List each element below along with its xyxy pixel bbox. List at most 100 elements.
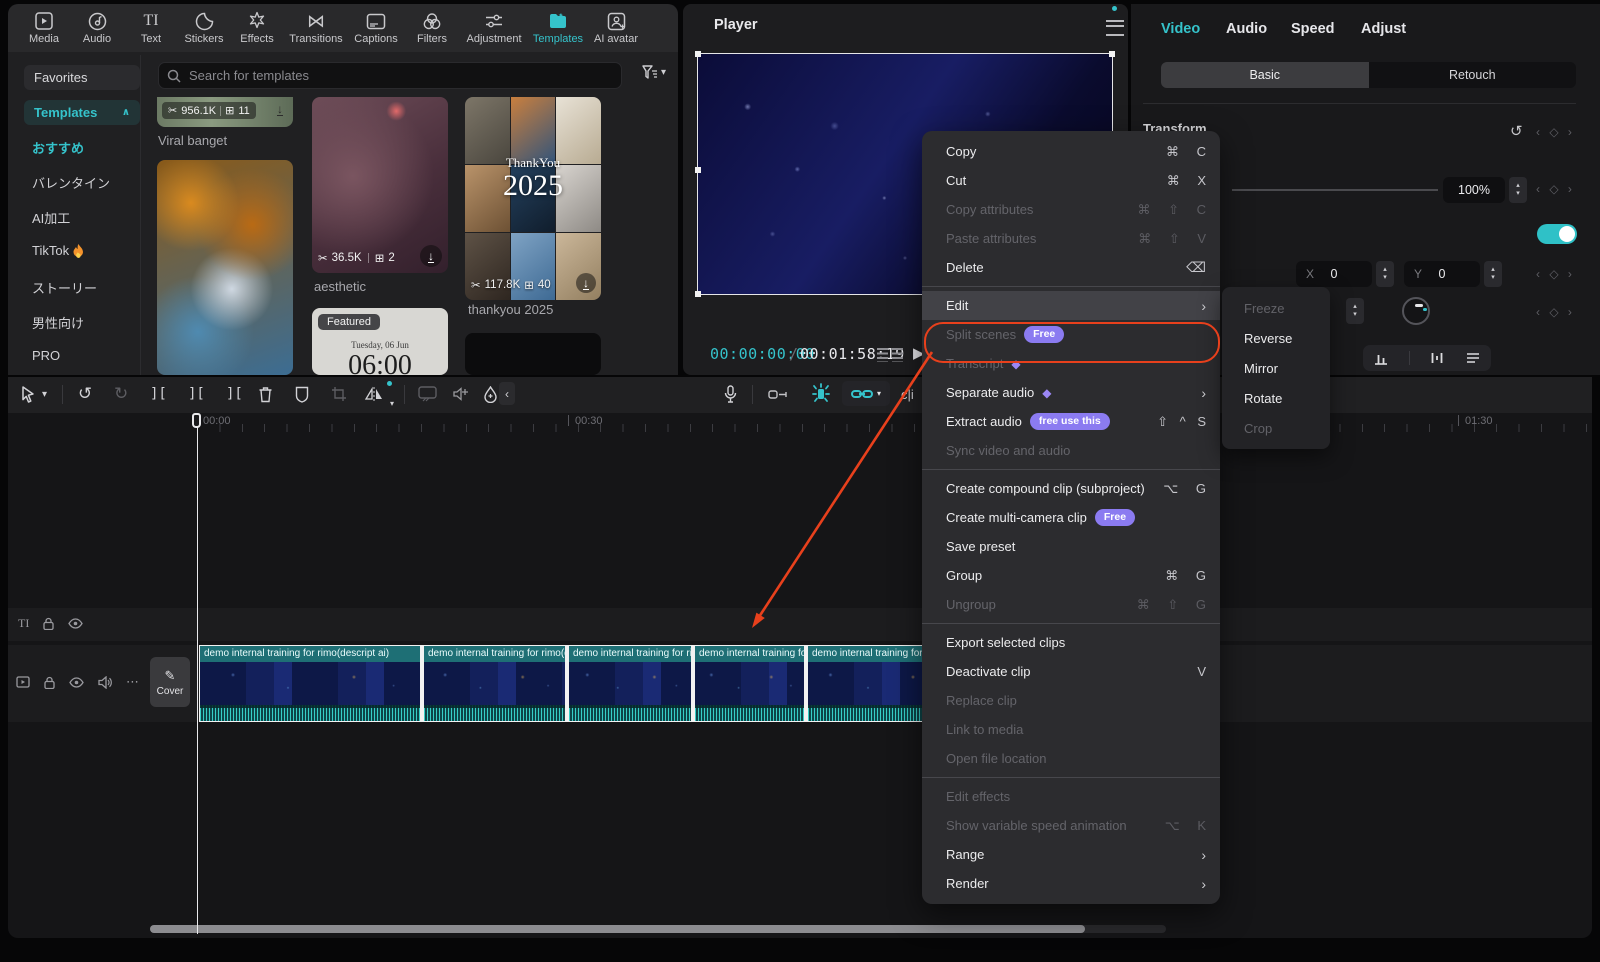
- resize-handle[interactable]: [695, 51, 701, 57]
- menu-item-range[interactable]: Range›: [922, 840, 1220, 869]
- position-x-stepper[interactable]: ▴▾: [1376, 261, 1394, 287]
- position-y-stepper[interactable]: ▴▾: [1484, 261, 1502, 287]
- menu-item-deactivate-clip[interactable]: Deactivate clipV: [922, 657, 1220, 686]
- menu-item-export-selected-clips[interactable]: Export selected clips: [922, 628, 1220, 657]
- redo-button[interactable]: ↻: [114, 383, 128, 405]
- template-card-dark[interactable]: [465, 333, 601, 375]
- eye-icon[interactable]: [68, 618, 83, 629]
- menu-item-edit[interactable]: Edit›: [922, 291, 1220, 320]
- crop-tool[interactable]: [331, 383, 347, 405]
- justify-icon[interactable]: [1465, 352, 1481, 364]
- sidebar-category-mens[interactable]: 男性向け: [32, 313, 142, 332]
- preview-axis-toggle[interactable]: [768, 383, 788, 405]
- keyframe-nav[interactable]: ‹ ◇ ›: [1536, 182, 1575, 196]
- ruler-ticks[interactable]: [197, 424, 1587, 432]
- snapping-toggle[interactable]: [806, 380, 836, 407]
- position-x-field[interactable]: X 0: [1296, 261, 1372, 287]
- playhead-line[interactable]: [197, 413, 198, 934]
- download-icon[interactable]: ↓: [277, 103, 283, 116]
- split-tool[interactable]: ][: [150, 383, 167, 405]
- resize-handle[interactable]: [695, 291, 701, 297]
- subtab-retouch[interactable]: Retouch: [1369, 62, 1577, 88]
- menu-item-render[interactable]: Render›: [922, 869, 1220, 898]
- inspector-tab-video[interactable]: Video: [1161, 21, 1200, 37]
- toggle-switch[interactable]: [1537, 224, 1577, 244]
- clip-tool-partial[interactable]: c|i: [901, 383, 914, 405]
- record-voiceover-button[interactable]: [724, 383, 737, 405]
- position-y-field[interactable]: Y 0: [1404, 261, 1480, 287]
- tab-effects[interactable]: Effects: [229, 10, 285, 45]
- menu-item-copy[interactable]: Copy⌘ C: [922, 137, 1220, 166]
- droplet-tool[interactable]: [484, 383, 497, 405]
- template-card-viral[interactable]: ✂ 956.1K ⊞ 11 ↓: [157, 97, 293, 127]
- keyframe-nav[interactable]: ‹ ◇ ›: [1536, 125, 1575, 139]
- keyframe-nav[interactable]: ‹ ◇ ›: [1536, 305, 1575, 319]
- lock-icon[interactable]: [44, 676, 55, 689]
- rotate-dial[interactable]: [1402, 297, 1430, 325]
- mask-tool[interactable]: [295, 383, 309, 405]
- caption-cut-tool[interactable]: [418, 383, 437, 405]
- template-title[interactable]: aesthetic: [314, 279, 366, 294]
- lock-icon[interactable]: [43, 617, 54, 630]
- submenu-item-reverse[interactable]: Reverse: [1222, 323, 1330, 353]
- playback-queue-icon[interactable]: [877, 348, 903, 362]
- playhead-handle[interactable]: [192, 413, 201, 428]
- menu-item-cut[interactable]: Cut⌘ X: [922, 166, 1220, 195]
- sidebar-item-favorites[interactable]: Favorites: [24, 65, 140, 90]
- tab-ai-avatar[interactable]: AI avatar: [588, 10, 644, 45]
- sidebar-category-tiktok[interactable]: TikTok: [32, 243, 142, 258]
- scale-slider[interactable]: [1232, 189, 1438, 191]
- search-input[interactable]: [187, 67, 613, 84]
- menu-item-save-preset[interactable]: Save preset: [922, 532, 1220, 561]
- tab-filters[interactable]: Filters: [404, 10, 460, 45]
- sidebar-category-story[interactable]: ストーリー: [32, 278, 142, 297]
- scrollbar-thumb[interactable]: [150, 925, 1085, 933]
- video-clip[interactable]: demo internal training for rimo(descript…: [200, 646, 420, 721]
- template-card-aesthetic[interactable]: ✂ 36.5K ⊞ 2 ↓: [312, 97, 448, 273]
- scale-stepper[interactable]: ▴▾: [1509, 177, 1527, 203]
- template-title[interactable]: Viral banget: [158, 133, 227, 148]
- menu-item-group[interactable]: Group⌘ G: [922, 561, 1220, 590]
- template-filter-button[interactable]: ▾: [642, 65, 666, 80]
- tab-captions[interactable]: Captions: [348, 10, 404, 45]
- tab-stickers[interactable]: Stickers: [176, 10, 232, 45]
- audio-extract-tool[interactable]: [452, 383, 470, 405]
- menu-item-create-multicam-clip[interactable]: Create multi-camera clipFree: [922, 503, 1220, 532]
- collapse-toolbar-button[interactable]: ‹: [499, 382, 515, 405]
- tab-templates[interactable]: Templates: [530, 10, 586, 45]
- tab-adjustment[interactable]: Adjustment: [463, 10, 525, 45]
- undo-button[interactable]: ↺: [78, 383, 92, 405]
- download-button[interactable]: ↓: [420, 245, 442, 267]
- eye-icon[interactable]: [69, 677, 84, 688]
- download-button[interactable]: ↓: [576, 273, 596, 293]
- mirror-tool[interactable]: [364, 383, 384, 405]
- tab-media[interactable]: Media: [16, 10, 72, 45]
- align-bottom-icon[interactable]: [1373, 351, 1389, 365]
- delete-tool[interactable]: [258, 383, 273, 405]
- video-clip[interactable]: demo internal training for rimo(descript…: [695, 646, 804, 721]
- menu-item-extract-audio[interactable]: Extract audiofree use this⇧ ^ S: [922, 407, 1220, 436]
- inspector-tab-adjust[interactable]: Adjust: [1361, 21, 1406, 37]
- scale-value[interactable]: 100%: [1443, 177, 1505, 203]
- mirror-tool-chevron[interactable]: ▾: [390, 392, 394, 414]
- select-tool-chevron[interactable]: ▾: [42, 383, 47, 405]
- inspector-tab-audio[interactable]: Audio: [1226, 21, 1267, 37]
- subtab-basic[interactable]: Basic: [1161, 62, 1369, 88]
- template-card-featured[interactable]: Featured Tuesday, 06 Jun 06:00: [312, 308, 448, 375]
- template-card-thankyou[interactable]: ThankYou 2025 ✂ 117.8K ⊞ 40 ↓: [465, 97, 601, 300]
- video-clip[interactable]: demo internal training for rimo(descript…: [569, 646, 691, 721]
- reset-icon[interactable]: ↺: [1510, 122, 1523, 140]
- menu-item-delete[interactable]: Delete⌫: [922, 253, 1220, 282]
- menu-item-separate-audio[interactable]: Separate audio◆›: [922, 378, 1220, 407]
- sidebar-category-pro[interactable]: PRO: [32, 348, 142, 363]
- split-left-tool[interactable]: ][: [188, 383, 205, 405]
- template-search[interactable]: [158, 62, 622, 89]
- sidebar-category-ai[interactable]: AI加工: [32, 208, 142, 227]
- submenu-item-mirror[interactable]: Mirror: [1222, 353, 1330, 383]
- select-tool[interactable]: [20, 383, 35, 405]
- tab-text[interactable]: TI Text: [123, 10, 179, 45]
- rotate-stepper[interactable]: ▴▾: [1346, 298, 1364, 324]
- more-options-icon[interactable]: ⋯: [126, 674, 140, 690]
- sidebar-item-templates[interactable]: Templates ∧: [24, 100, 140, 125]
- split-right-tool[interactable]: ][: [226, 383, 243, 405]
